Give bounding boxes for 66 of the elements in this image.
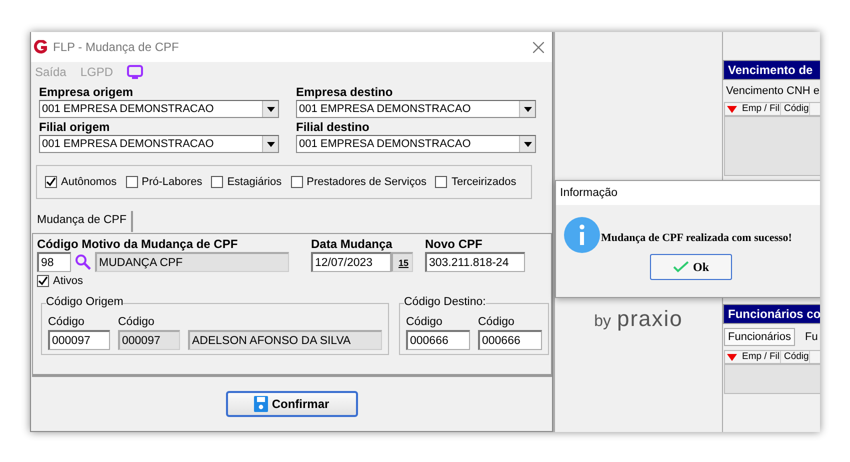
input-field[interactable]: 000666 xyxy=(406,330,470,350)
column-header[interactable]: Códig xyxy=(781,351,810,363)
field-label: Filial origem xyxy=(39,120,111,135)
info-icon xyxy=(564,217,600,253)
message-text: Mudança de CPF realizada com sucesso! xyxy=(601,231,792,244)
monitor-icon[interactable] xyxy=(127,65,144,79)
checkbox[interactable] xyxy=(435,176,448,188)
search-icon[interactable] xyxy=(75,254,91,270)
panel-title: Funcionários co xyxy=(723,304,820,324)
ok-button[interactable]: Ok xyxy=(650,254,732,280)
field-label: Empresa origem xyxy=(39,85,134,100)
dropdown-arrow-icon xyxy=(524,106,532,112)
input-field[interactable]: 000666 xyxy=(478,330,542,350)
input-field: MUDANÇA CPF xyxy=(95,252,289,272)
field-label: Código Motivo da Mudança de CPF xyxy=(37,237,239,252)
column-header[interactable]: Emp / Fil xyxy=(739,103,781,115)
dropdown[interactable]: 001 EMPRESA DEMONSTRACAO xyxy=(296,100,536,118)
calendar-button[interactable]: 15 xyxy=(391,252,413,272)
input-field[interactable]: 303.211.818-24 xyxy=(425,252,525,272)
checkbox[interactable] xyxy=(290,176,303,188)
field-label: Filial destino xyxy=(296,120,370,135)
column-header[interactable]: Emp / Fil xyxy=(739,351,781,363)
checkbox[interactable] xyxy=(126,176,138,188)
dropdown[interactable]: 001 EMPRESA DEMONSTRACAO xyxy=(39,100,279,118)
checkbox-label[interactable]: Terceirizados xyxy=(451,176,516,188)
dropdown[interactable]: 001 EMPRESA DEMONSTRACAO xyxy=(39,135,279,153)
dropdown-arrow-icon xyxy=(524,142,532,146)
checkbox[interactable] xyxy=(37,275,49,287)
field-label: Código xyxy=(48,315,86,330)
field-label: Novo CPF xyxy=(425,237,484,252)
dialog-title: Informação xyxy=(556,181,820,205)
dropdown-arrow-icon xyxy=(266,142,274,146)
window-title: FLP - Mudança de CPF xyxy=(53,40,180,54)
field-label: Código xyxy=(118,315,156,330)
input-field[interactable]: ADELSON AFONSO DA SILVA xyxy=(188,330,382,350)
panel-title: Vencimento de xyxy=(723,60,820,80)
checkmark-icon xyxy=(672,261,689,273)
checkbox[interactable] xyxy=(45,176,57,188)
dropdown-arrow-icon xyxy=(266,106,274,112)
column-header[interactable]: Códig xyxy=(781,103,810,115)
sort-arrow-icon xyxy=(727,106,737,113)
brand-logo: by praxio xyxy=(594,306,683,332)
group-title: Código Destino: xyxy=(404,296,486,308)
panel-tab[interactable]: Fu xyxy=(800,328,820,346)
field-label: Data Mudança xyxy=(311,237,394,252)
checkbox-label[interactable]: Pró-Labores xyxy=(142,176,202,188)
date-field[interactable]: 12/07/2023 xyxy=(311,252,391,272)
field-label: Código xyxy=(406,315,444,330)
panel-subtitle: Vencimento CNH e xyxy=(725,84,820,99)
field-label: Empresa destino xyxy=(296,85,394,100)
panel-tab[interactable]: Funcionários xyxy=(724,328,795,346)
checkbox-label[interactable]: Autônomos xyxy=(61,176,117,188)
input-field[interactable]: 000097 xyxy=(48,330,110,350)
dropdown[interactable]: 001 EMPRESA DEMONSTRACAO xyxy=(296,135,536,153)
field-label: Código xyxy=(478,315,516,330)
confirm-button[interactable]: Confirmar xyxy=(226,391,358,417)
checkbox-label[interactable]: Ativos xyxy=(53,275,83,287)
app-logo-icon xyxy=(33,40,49,54)
close-icon[interactable] xyxy=(533,42,544,52)
sort-arrow-icon xyxy=(727,354,737,361)
checkbox-label[interactable]: Estagiários xyxy=(227,176,282,188)
input-field[interactable]: 000097 xyxy=(118,330,180,350)
group-title: Código Origem xyxy=(46,296,124,308)
checkbox[interactable] xyxy=(211,176,224,188)
input-field[interactable]: 98 xyxy=(37,252,71,272)
checkbox-label[interactable]: Prestadores de Serviços xyxy=(306,176,426,188)
